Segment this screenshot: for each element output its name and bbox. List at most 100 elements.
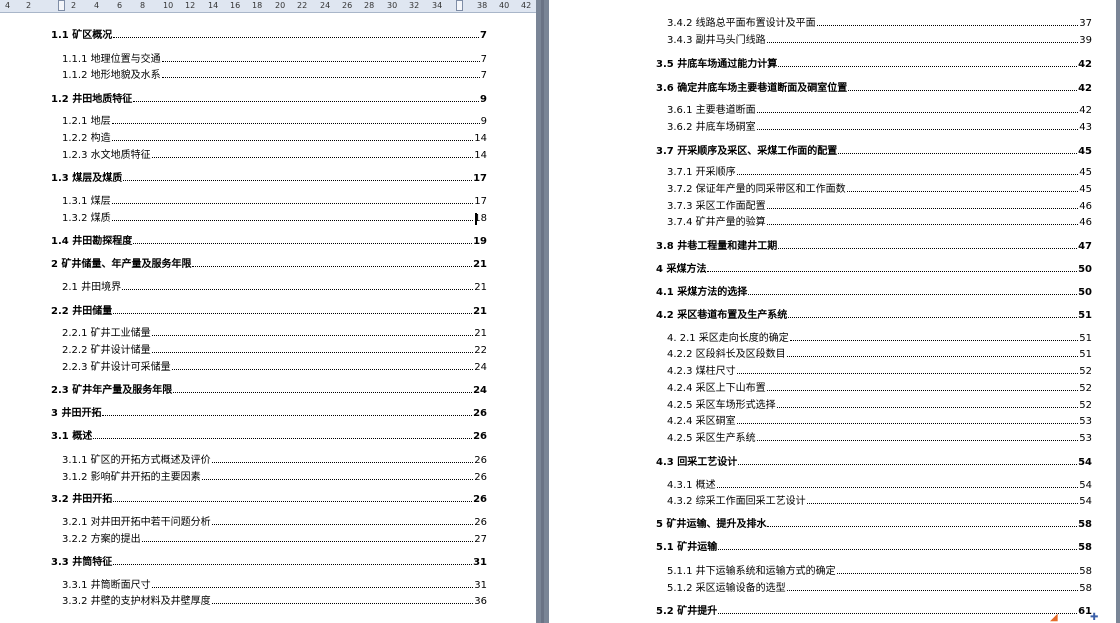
- toc-entry-page: 19: [473, 236, 487, 247]
- toc-entry[interactable]: 4.2.4 采区硐室 53: [667, 415, 1092, 428]
- toc-entry-label: 2.2.3 矿井设计可采储量: [62, 362, 171, 373]
- right-indent-marker[interactable]: [456, 0, 463, 11]
- toc-entry[interactable]: 4.1 采煤方法的选择 50: [656, 286, 1092, 299]
- toc-leader-dots: [113, 563, 473, 565]
- toc-entry[interactable]: 1.1 矿区概况 7: [51, 29, 487, 42]
- toc-entry[interactable]: 1.2 井田地质特征 9: [51, 93, 487, 106]
- toc-entry[interactable]: 4 采煤方法 50: [656, 263, 1092, 276]
- toc-entry-label: 4.2.5 采区车场形式选择: [667, 400, 776, 411]
- toc-entry[interactable]: 3.3 井筒特征 31: [51, 556, 487, 569]
- toc-entry-label: 3.2 井田开拓: [51, 494, 113, 505]
- toc-entry-label: 1.1 矿区概况: [51, 30, 113, 41]
- toc-entry-label: 3.7.4 矿井产量的验算: [667, 217, 766, 228]
- toc-entry[interactable]: 3.7.1 开采顺序 45: [667, 166, 1092, 179]
- toc-entry[interactable]: 4.2.4 采区上下山布置 52: [667, 382, 1092, 395]
- toc-entry[interactable]: 2.2.1 矿井工业储量 21: [62, 327, 487, 340]
- toc-entry[interactable]: 1.2.3 水文地质特征 14: [62, 149, 487, 162]
- toc-entry-label: 1.3.2 煤质: [62, 213, 111, 224]
- toc-entry[interactable]: 5.1.2 采区运输设备的选型 58: [667, 582, 1092, 595]
- toc-entry[interactable]: 1.3.1 煤层 17: [62, 195, 487, 208]
- toc-entry[interactable]: 3 井田开拓 26: [51, 407, 487, 420]
- toc-entry[interactable]: 4.3.2 综采工作面回采工艺设计 54: [667, 495, 1092, 508]
- toc-entry[interactable]: 2.1 井田境界 21: [62, 281, 487, 294]
- toc-entry[interactable]: 3.7.2 保证年产量的同采带区和工作面数 45: [667, 183, 1092, 196]
- toc-entry[interactable]: 1.3 煤层及煤质 17: [51, 172, 487, 185]
- toc-entry-label: 3.2.2 方案的提出: [62, 534, 141, 545]
- toc-entry[interactable]: 3.7 开采顺序及采区、采煤工作面的配置 45: [656, 145, 1092, 158]
- toc-entry[interactable]: 4.2.3 煤柱尺寸 52: [667, 365, 1092, 378]
- toc-entry[interactable]: 3.7.3 采区工作面配置 46: [667, 200, 1092, 213]
- toc-entry[interactable]: 4.2.2 区段斜长及区段数目 51: [667, 348, 1092, 361]
- toc-leader-dots: [778, 65, 1078, 67]
- toc-entry-page: 14: [474, 150, 487, 161]
- toc-entry-page: 42: [1078, 83, 1092, 94]
- toc-entry-page: 24: [474, 362, 487, 373]
- s-icon[interactable]: ◢: [1050, 613, 1058, 623]
- toc-entry[interactable]: 2.2.3 矿井设计可采储量 24: [62, 361, 487, 374]
- ruler-tick: 14: [208, 1, 219, 10]
- toc-entry[interactable]: 3.6.1 主要巷道断面 42: [667, 104, 1092, 117]
- toc-entry-label: 5.1.1 井下运输系统和运输方式的确定: [667, 566, 836, 577]
- toc-leader-dots: [111, 219, 474, 221]
- toc-entry[interactable]: 2.3 矿井年产量及服务年限 24: [51, 384, 487, 397]
- toc-leader-dots: [736, 372, 1079, 374]
- toc-entry-page: 21: [474, 282, 487, 293]
- toc-entry-page: 36: [474, 596, 487, 607]
- toc-entry[interactable]: 1.1.2 地形地貌及水系 7: [62, 69, 487, 82]
- toc-entry[interactable]: 1.2.1 地层 9: [62, 115, 487, 128]
- toc-entry-label: 3.8 井巷工程量和建井工期: [656, 241, 778, 252]
- toc-entry[interactable]: 2.2 井田储量 21: [51, 305, 487, 318]
- toc-entry[interactable]: 3.2 井田开拓 26: [51, 493, 487, 506]
- toc-entry[interactable]: 1.4 井田勘探程度 19: [51, 235, 487, 248]
- toc-entry-page: 21: [473, 306, 487, 317]
- toc-entry[interactable]: 1.2.2 构造 14: [62, 132, 487, 145]
- toc-entry-label: 2.1 井田境界: [62, 282, 122, 293]
- toc-entry-label: 2 矿井储量、年产量及服务年限: [51, 259, 192, 270]
- left-indent-marker[interactable]: [58, 0, 65, 11]
- toc-entry[interactable]: 3.6 确定井底车场主要巷道断面及硐室位置 42: [656, 82, 1092, 95]
- toc-entry-label: 3.7.1 开采顺序: [667, 167, 736, 178]
- ruler-tick: 32: [409, 1, 420, 10]
- toc-entry[interactable]: 3.4.3 副井马头门线路 39: [667, 34, 1092, 47]
- toc-leader-dots: [756, 111, 1079, 113]
- toc-entry[interactable]: 4.2 采区巷道布置及生产系统 51: [656, 309, 1092, 322]
- toc-entry-label: 4. 2.1 采区走向长度的确定: [667, 333, 789, 344]
- brand-icon[interactable]: ✚: [1090, 613, 1098, 623]
- toc-leader-dots: [748, 293, 1078, 295]
- toc-entry[interactable]: 2.2.2 矿井设计储量 22: [62, 344, 487, 357]
- toc-entry-label: 1.2 井田地质特征: [51, 94, 133, 105]
- toc-entry[interactable]: 3.5 井底车场通过能力计算 42: [656, 58, 1092, 71]
- toc-entry[interactable]: 4.2.5 采区生产系统 53: [667, 432, 1092, 445]
- toc-entry[interactable]: 4. 2.1 采区走向长度的确定 51: [667, 332, 1092, 345]
- toc-entry[interactable]: 3.3.2 井壁的支护材料及井壁厚度 36: [62, 595, 487, 608]
- toc-entry[interactable]: 4.3 回采工艺设计 54: [656, 456, 1092, 469]
- toc-entry-label: 3.3.1 井筒断面尺寸: [62, 580, 151, 591]
- toc-entry[interactable]: 3.3.1 井筒断面尺寸 31: [62, 579, 487, 592]
- toc-entry[interactable]: 2 矿井储量、年产量及服务年限 21: [51, 258, 487, 271]
- toc-entry[interactable]: 3.1 概述 26: [51, 430, 487, 443]
- toc-entry-page: 58: [1078, 519, 1092, 530]
- toc-entry[interactable]: 1.1.1 地理位置与交通 7: [62, 53, 487, 66]
- toc-entry[interactable]: 3.2.2 方案的提出 27: [62, 533, 487, 546]
- toc-entry[interactable]: 3.1.2 影响矿井开拓的主要因素 26: [62, 471, 487, 484]
- toc-entry[interactable]: 3.2.1 对井田开拓中若干问题分析 26: [62, 516, 487, 529]
- toc-entry-label: 4.1 采煤方法的选择: [656, 287, 748, 298]
- toc-entry-page: 39: [1079, 35, 1092, 46]
- document-page-left[interactable]: 1.1 矿区概况 7 1.1.1 地理位置与交通 7 1.1.2 地形地貌及水系 7 1.2…: [0, 13, 536, 623]
- ruler-tick: 18: [252, 1, 263, 10]
- toc-leader-dots: [836, 572, 1079, 574]
- toc-entry[interactable]: 1.3.2 煤质 18: [62, 212, 487, 225]
- toc-entry[interactable]: 4.3.1 概述 54: [667, 479, 1092, 492]
- horizontal-ruler[interactable]: 4 2 2 4 6 8 10 12 14 16 18 20 22 24 26 28 30 32 34 38 40 42: [0, 0, 540, 13]
- toc-entry[interactable]: 4.2.5 采区车场形式选择 52: [667, 399, 1092, 412]
- toc-entry[interactable]: 5.1.1 井下运输系统和运输方式的确定 58: [667, 565, 1092, 578]
- toc-entry[interactable]: 3.8 井巷工程量和建井工期 47: [656, 240, 1092, 253]
- toc-entry[interactable]: 5.1 矿井运输 58: [656, 541, 1092, 554]
- toc-entry[interactable]: 3.1.1 矿区的开拓方式概述及评价 26: [62, 454, 487, 467]
- toc-entry-page: 47: [1078, 241, 1092, 252]
- toc-entry[interactable]: 3.7.4 矿井产量的验算 46: [667, 216, 1092, 229]
- toc-entry[interactable]: 3.4.2 线路总平面布置设计及平面 37: [667, 17, 1092, 30]
- document-page-right[interactable]: 3.4.2 线路总平面布置设计及平面 37 3.4.3 副井马头门线路 39 3.5 井…: [549, 0, 1116, 623]
- toc-entry[interactable]: 5 矿井运输、提升及排水 58: [656, 518, 1092, 531]
- toc-entry[interactable]: 3.6.2 井底车场硐室 43: [667, 121, 1092, 134]
